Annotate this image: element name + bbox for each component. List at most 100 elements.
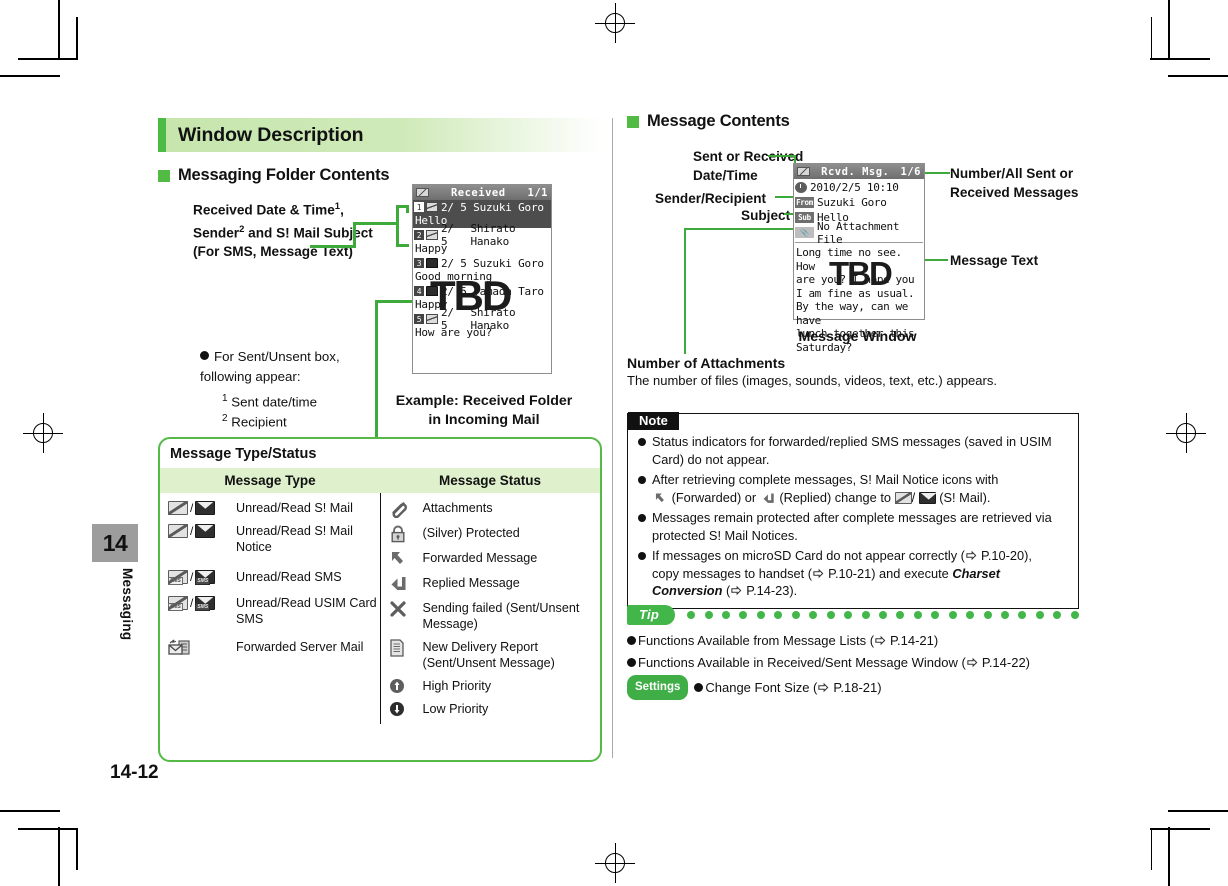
forward-arrow-glyph (391, 552, 403, 564)
sms-badge: SMS (195, 577, 211, 585)
table-row: / Unread/Read S! Mail (160, 500, 380, 516)
body-line: Saturday? (796, 340, 853, 354)
left-note-lead: For Sent/Unsent box, following appear: (200, 349, 340, 384)
page-ref-icon (967, 657, 981, 668)
subsection-title: Messaging Folder Contents (178, 166, 390, 184)
list-item[interactable]: 2 2/ 5 Shirato Hanako (413, 222, 551, 248)
phone-titlebar: Received 1/1 (413, 185, 551, 200)
left-screen-caption: Example: Received Folder in Incoming Mai… (392, 392, 576, 430)
forward-arrow-icon (389, 550, 417, 568)
label-line2: Date/Time (693, 168, 758, 183)
document-icon (389, 639, 417, 657)
phone-titlebar: Rcvd. Msg. 1/6 (794, 164, 924, 179)
section-accent-bar (158, 118, 166, 152)
connector-lower-vertical (375, 300, 378, 440)
phone-title: Received (450, 186, 506, 199)
envelope-read-icon (195, 501, 216, 515)
note-text: Status indicators for forwarded/replied … (652, 434, 1052, 467)
table-row: SMS / SMS Unread/Read SMS (160, 569, 380, 585)
connector-horizontal-upper (353, 222, 399, 225)
field-attachment: 📎 No Attachment File (795, 220, 923, 246)
bullet-dot (627, 631, 636, 651)
left-column: Window Description Messaging Folder Cont… (158, 118, 602, 185)
list-item[interactable]: 1 2/ 5 Suzuki Goro (413, 200, 551, 214)
row-index: 2 (414, 230, 424, 240)
table-row: New Delivery Report (Sent/Unsent Message… (381, 639, 601, 671)
chapter-number: 14 (102, 529, 128, 556)
mail-icon (416, 188, 429, 197)
green-square-icon (627, 115, 639, 128)
section-header: Window Description (158, 118, 602, 152)
subsection-message-contents: Message Contents (627, 112, 1082, 131)
note-tag: Note (628, 412, 679, 431)
row-index: 1 (414, 202, 424, 212)
note-text-part3: (Replied) change to (779, 489, 891, 505)
footnote-1-marker: 1 (222, 393, 228, 404)
envelope-unread-read-icon: / (168, 500, 230, 516)
row-date: 2/ 5 (441, 256, 467, 270)
caption-line2: in Incoming Mail (428, 412, 540, 428)
envelope-sms-icon: SMS / SMS (168, 569, 230, 585)
forwarded-server-mail-glyph (168, 639, 190, 655)
footnote-1-text: Sent date/time (231, 394, 318, 410)
connector-horizontal-to-text (310, 245, 356, 248)
row-index: 3 (414, 258, 424, 268)
attachments-heading: Number of Attachments (627, 355, 786, 371)
row-label: Replied Message (422, 576, 520, 590)
reply-arrow-icon (389, 575, 417, 593)
page-ref-icon (875, 635, 889, 646)
paperclip-glyph (391, 502, 407, 518)
cross-icon (389, 600, 417, 618)
sms-read-icon: SMS (195, 570, 216, 585)
annotation-received-date: Received Date & Time1, Sender2 and S! Ma… (193, 201, 373, 260)
note-item: Messages remain protected after complete… (638, 509, 1068, 544)
tip-section: Tip Functions Available from Message Lis… (627, 605, 1079, 700)
page-title: Window Description (178, 123, 364, 146)
subsection-title: Message Contents (647, 112, 790, 130)
column-divider (612, 118, 613, 758)
table-row: (Silver) Protected (381, 525, 601, 543)
settings-badge: Settings (627, 675, 689, 700)
envelope-notice-unread-icon (168, 522, 192, 538)
table-row: Sending failed (Sent/Unsent Message) (381, 600, 601, 632)
paperclip-icon: 📎 (795, 227, 814, 238)
table-row: Replied Message (381, 575, 601, 593)
attachments-text: The number of files (images, sounds, vid… (627, 373, 997, 388)
note-text-part2: (Forwarded) or (671, 489, 757, 505)
subsection-messaging-folder-contents: Messaging Folder Contents (158, 166, 602, 185)
bullet-dot (638, 471, 652, 506)
row-sender: Suzuki Goro (473, 256, 544, 270)
page-number: 14-12 (110, 762, 159, 783)
table-row: High Priority (381, 678, 601, 694)
connector-counter (925, 172, 950, 174)
connector-datetime (768, 155, 796, 157)
table-row: Low Priority (381, 701, 601, 717)
note-item: Status indicators for forwarded/replied … (638, 433, 1068, 468)
list-item[interactable]: 3 2/ 5 Suzuki Goro (413, 256, 551, 270)
row-label: Unread/Read SMS (236, 570, 342, 584)
reply-arrow-icon (761, 492, 775, 503)
note-text-part4: (S! Mail). (939, 489, 991, 505)
tip-label: Functions Available in Received/Sent Mes… (638, 655, 966, 670)
row-label: Unread/Read S! Mail Notice (236, 524, 353, 554)
mail-icon (797, 167, 810, 176)
lock-glyph (391, 525, 405, 543)
envelope-notice-read-icon (195, 522, 220, 538)
label-message-text: Message Text (950, 253, 1039, 268)
tip-badge: Tip (627, 605, 676, 625)
row-date: 2/ 5 (441, 200, 467, 214)
lock-icon (389, 525, 417, 543)
row-label: Forwarded Message (422, 551, 538, 565)
footnote-2-text: Recipient (231, 414, 287, 430)
message-type-status-table: Message Type/Status Message Type Message… (158, 437, 602, 762)
footnote-2-marker: 2 (222, 413, 228, 424)
phone-title: Rcvd. Msg. (821, 165, 890, 178)
left-note-bullet: For Sent/Unsent box, following appear: (200, 347, 380, 386)
body-line: By the way, can we have (796, 300, 909, 327)
envelope-usim-sms-icon: SMS / SMS (168, 595, 230, 611)
page-ref-icon (966, 550, 980, 561)
connector-attachments-horiz (684, 228, 811, 230)
low-priority-glyph (389, 702, 404, 716)
note-text-part1: After retrieving complete messages, S! M… (652, 472, 999, 488)
note-item: If messages on microSD Card do not appea… (638, 547, 1068, 600)
